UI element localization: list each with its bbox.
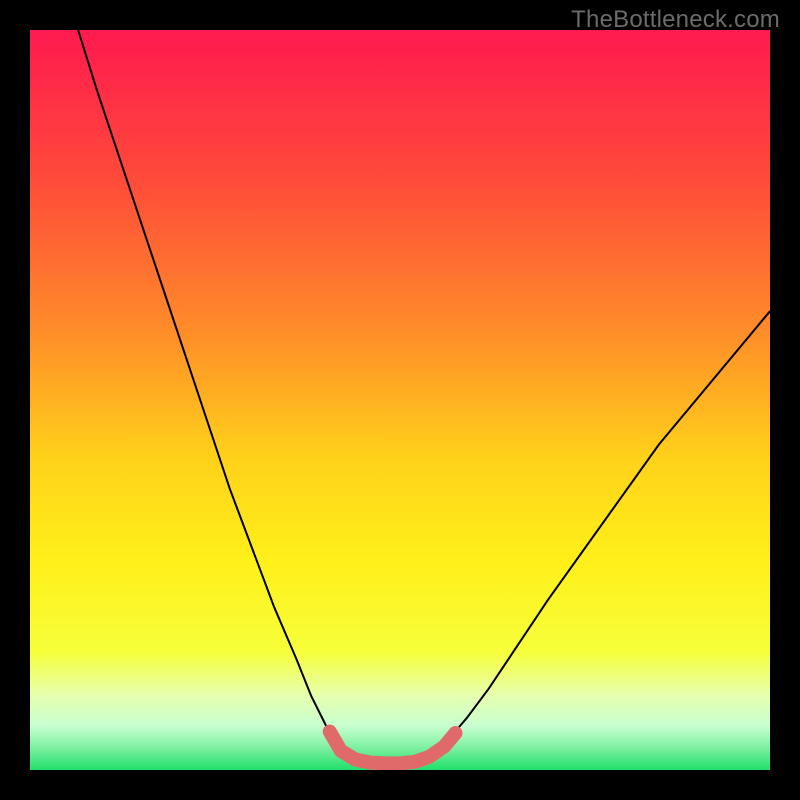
chart-frame: TheBottleneck.com [0, 0, 800, 800]
plot-area [30, 30, 770, 770]
gradient-bg [30, 30, 770, 770]
chart-svg [30, 30, 770, 770]
